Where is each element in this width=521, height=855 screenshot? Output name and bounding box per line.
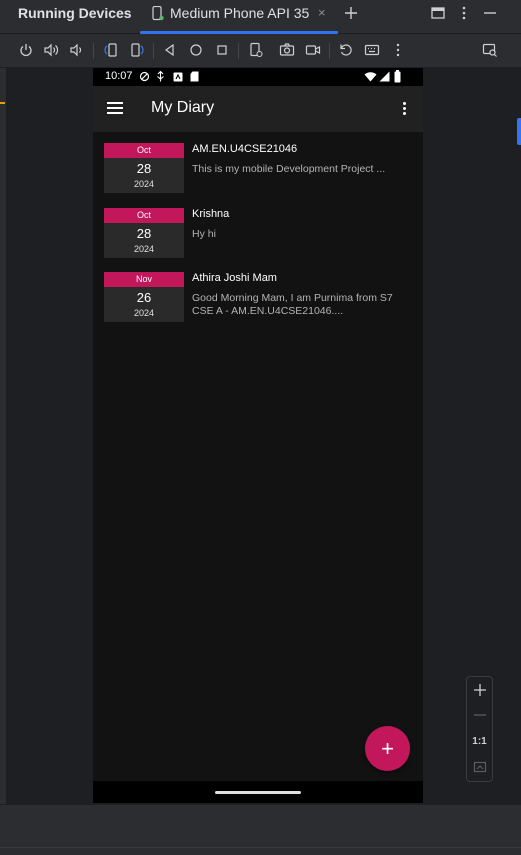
entry-preview: This is my mobile Development Project ..… bbox=[192, 163, 386, 175]
entry-date-badge: Oct 28 2024 bbox=[104, 208, 184, 258]
entry-year: 2024 bbox=[133, 244, 155, 254]
inspect-icon[interactable] bbox=[482, 42, 498, 58]
entry-title: AM.EN.U4CSE21046 bbox=[192, 143, 298, 155]
zoom-in-icon[interactable] bbox=[467, 679, 492, 701]
bottom-panel bbox=[0, 804, 521, 855]
reset-icon[interactable] bbox=[338, 42, 354, 58]
overflow-menu-icon[interactable] bbox=[399, 102, 409, 116]
status-time: 10:07 bbox=[105, 70, 133, 82]
sd-card-icon bbox=[190, 71, 199, 82]
window-layout-icon[interactable] bbox=[429, 4, 447, 22]
keyboard-icon[interactable] bbox=[364, 42, 380, 58]
entry-title: Krishna bbox=[192, 208, 230, 220]
tool-window-title: Running Devices bbox=[18, 5, 132, 21]
rotate-left-icon[interactable] bbox=[103, 42, 119, 58]
zoom-out-icon[interactable] bbox=[467, 704, 492, 726]
entry-day: 28 bbox=[136, 161, 152, 176]
phone-screen[interactable]: 10:07 My Diary Oct 28 2024 AM.EN.U4CSE21… bbox=[93, 68, 423, 803]
status-divider bbox=[0, 847, 521, 848]
entry-year: 2024 bbox=[133, 308, 155, 318]
add-entry-button[interactable]: + bbox=[365, 726, 410, 771]
power-icon[interactable] bbox=[18, 42, 34, 58]
entry-month: Nov bbox=[104, 272, 184, 287]
entry-date-badge: Oct 28 2024 bbox=[104, 143, 184, 193]
home-gesture-handle[interactable] bbox=[215, 791, 301, 794]
gesture-nav-bar bbox=[93, 781, 423, 803]
back-icon[interactable] bbox=[162, 42, 178, 58]
left-gutter bbox=[0, 68, 7, 804]
entry-year: 2024 bbox=[133, 179, 155, 189]
device-toolbar bbox=[0, 34, 521, 68]
signal-icon bbox=[379, 71, 390, 82]
entry-month: Oct bbox=[104, 208, 184, 223]
entry-preview: Hy hi bbox=[192, 228, 216, 240]
rotate-right-icon[interactable] bbox=[129, 42, 145, 58]
app-notification-icon bbox=[173, 72, 183, 82]
android-studio-window: Running Devices Medium Phone API 35 × 1:… bbox=[0, 0, 521, 855]
zoom-controls: 1:1 bbox=[466, 676, 493, 782]
options-icon[interactable] bbox=[455, 4, 473, 22]
phone-icon bbox=[152, 6, 164, 21]
screenshot-icon[interactable] bbox=[279, 42, 295, 58]
toolbar-divider bbox=[93, 43, 94, 59]
home-icon[interactable] bbox=[188, 42, 204, 58]
toolbar-divider bbox=[329, 43, 330, 59]
entry-day: 26 bbox=[136, 290, 152, 305]
battery-icon bbox=[394, 70, 401, 83]
diary-entry[interactable]: Oct 28 2024 AM.EN.U4CSE21046 This is my … bbox=[93, 143, 423, 199]
app-bar: My Diary bbox=[93, 86, 423, 132]
zoom-fit-icon[interactable] bbox=[467, 756, 492, 778]
status-bar: 10:07 bbox=[93, 68, 423, 86]
toolbar-divider bbox=[238, 43, 239, 59]
close-tab-icon[interactable]: × bbox=[318, 5, 326, 20]
entry-title: Athira Joshi Mam bbox=[192, 272, 277, 284]
wifi-icon bbox=[364, 71, 377, 82]
device-frame-icon[interactable] bbox=[248, 42, 264, 58]
add-tab-icon[interactable] bbox=[342, 4, 360, 22]
zoom-actual-size-button[interactable]: 1:1 bbox=[467, 730, 492, 752]
side-panel-tab[interactable] bbox=[517, 118, 521, 145]
app-title: My Diary bbox=[151, 99, 215, 116]
minimize-icon[interactable] bbox=[481, 4, 499, 22]
entry-date-badge: Nov 26 2024 bbox=[104, 272, 184, 322]
overview-icon[interactable] bbox=[214, 42, 230, 58]
entry-month: Oct bbox=[104, 143, 184, 158]
entry-day: 28 bbox=[136, 226, 152, 241]
diary-entry[interactable]: Oct 28 2024 Krishna Hy hi bbox=[93, 208, 423, 264]
more-icon[interactable] bbox=[390, 42, 406, 58]
dnd-icon bbox=[139, 71, 150, 82]
volume-up-icon[interactable] bbox=[43, 42, 59, 58]
tab-device[interactable]: Medium Phone API 35 × bbox=[140, 0, 338, 34]
diary-entry[interactable]: Nov 26 2024 Athira Joshi Mam Good Mornin… bbox=[93, 272, 423, 328]
gutter-marker bbox=[0, 102, 5, 104]
tool-window-header: Running Devices Medium Phone API 35 × bbox=[0, 0, 521, 34]
toolbar-divider bbox=[153, 43, 154, 59]
screen-record-icon[interactable] bbox=[305, 42, 321, 58]
hamburger-menu-icon[interactable] bbox=[107, 102, 123, 114]
volume-down-icon[interactable] bbox=[68, 42, 84, 58]
device-tab-label: Medium Phone API 35 bbox=[170, 5, 310, 21]
usb-icon bbox=[156, 71, 165, 82]
entry-preview: Good Morning Mam, I am Purnima from S7 C… bbox=[192, 292, 393, 317]
